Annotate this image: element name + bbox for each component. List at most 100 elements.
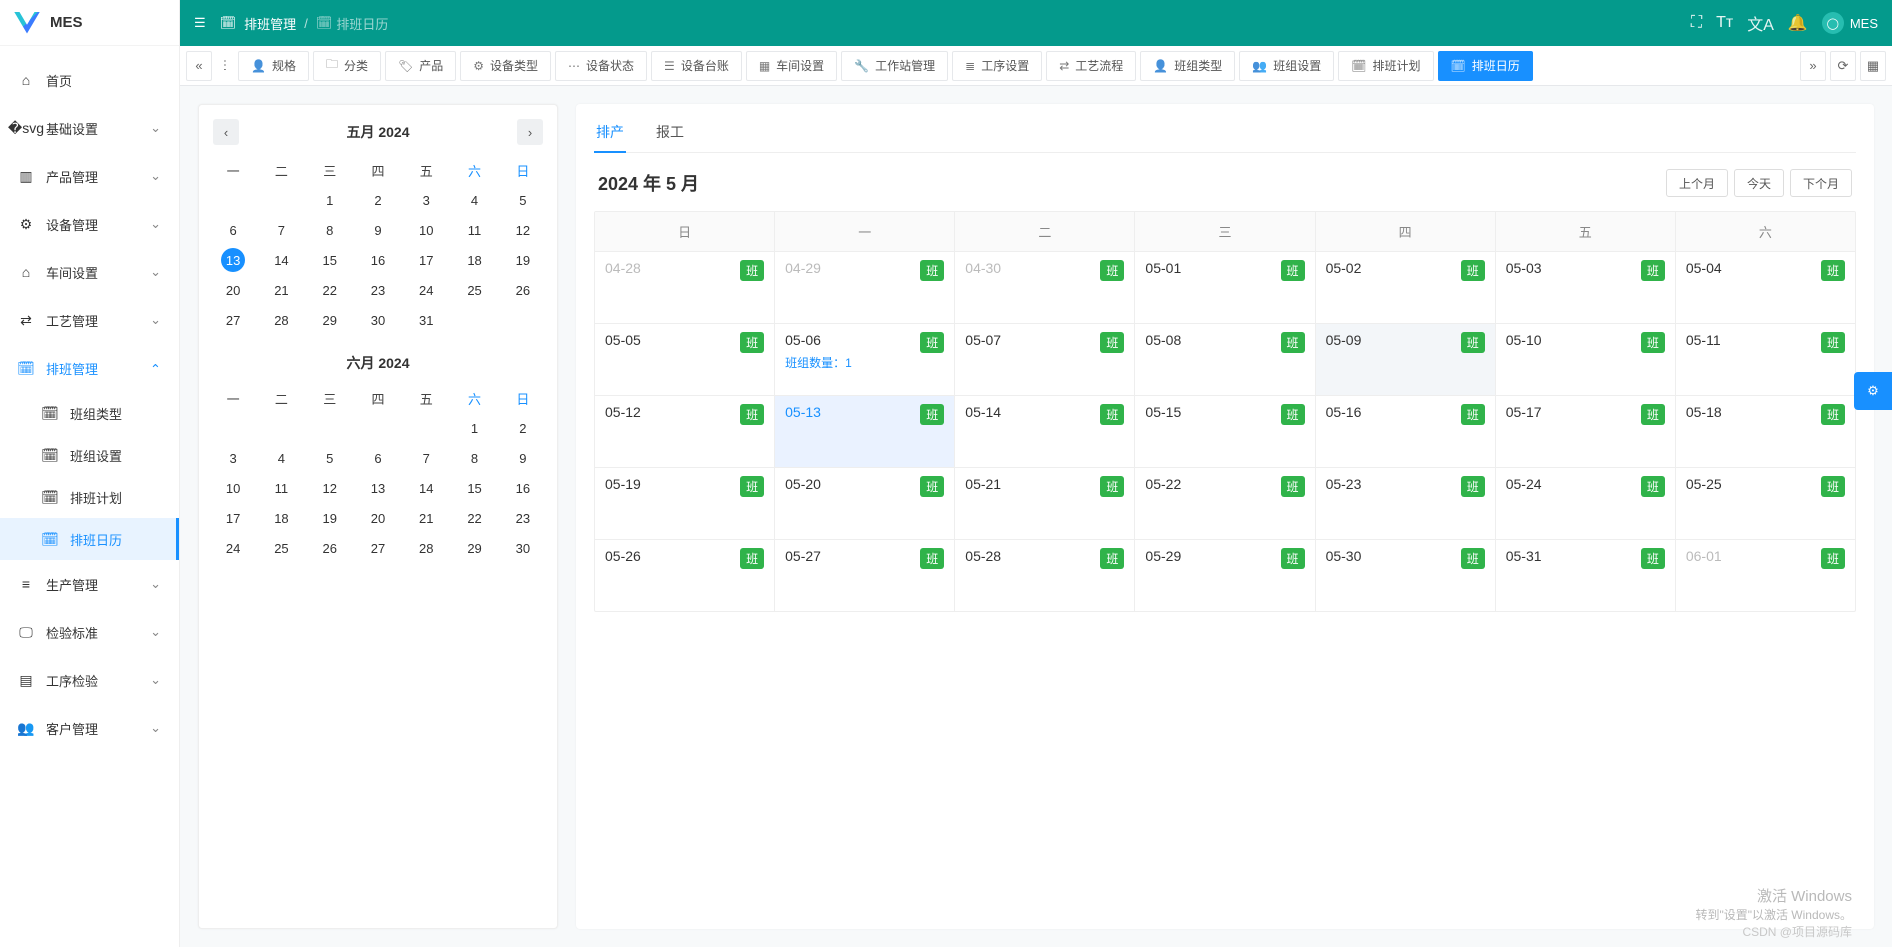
calendar-cell[interactable]: 05-21班 bbox=[954, 467, 1134, 539]
sidebar-item-5[interactable]: ⇄工艺管理⌄ bbox=[0, 296, 179, 344]
sidebar-item-1[interactable]: �svg基础设置⌄ bbox=[0, 104, 179, 152]
tab-2[interactable]: 🏷产品 bbox=[385, 51, 456, 81]
tab-11[interactable]: 👥班组设置 bbox=[1239, 51, 1334, 81]
calendar-cell[interactable]: 05-08班 bbox=[1134, 323, 1314, 395]
sidebar-item-2[interactable]: ▥产品管理⌄ bbox=[0, 152, 179, 200]
calendar-cell[interactable]: 04-28班 bbox=[595, 251, 774, 323]
mini-day[interactable]: 25 bbox=[257, 533, 305, 563]
mini-day[interactable]: 9 bbox=[354, 215, 402, 245]
calendar-cell[interactable]: 05-18班 bbox=[1675, 395, 1855, 467]
mini-day[interactable]: 29 bbox=[306, 305, 354, 335]
mini-day[interactable]: 21 bbox=[257, 275, 305, 305]
tab-7[interactable]: 🔧工作站管理 bbox=[841, 51, 948, 81]
mini-day[interactable]: 2 bbox=[354, 185, 402, 215]
calendar-cell[interactable]: 05-10班 bbox=[1495, 323, 1675, 395]
mini-day[interactable]: 23 bbox=[354, 275, 402, 305]
mini-day[interactable]: 26 bbox=[306, 533, 354, 563]
mini-day[interactable]: 6 bbox=[209, 215, 257, 245]
mini-next[interactable]: › bbox=[517, 119, 543, 145]
mini-day[interactable]: 4 bbox=[450, 185, 498, 215]
mini-prev[interactable]: ‹ bbox=[213, 119, 239, 145]
mini-day[interactable]: 15 bbox=[306, 245, 354, 275]
mini-day[interactable]: 16 bbox=[499, 473, 547, 503]
calendar-cell[interactable]: 05-27班 bbox=[774, 539, 954, 611]
calendar-cell[interactable]: 05-17班 bbox=[1495, 395, 1675, 467]
tabs-edge-marker[interactable]: ⵗ bbox=[216, 51, 234, 81]
mini-day[interactable]: 27 bbox=[209, 305, 257, 335]
tab-1[interactable]: 🗀分类 bbox=[313, 51, 381, 81]
sidebar-item-0[interactable]: ⌂首页 bbox=[0, 56, 179, 104]
mini-day[interactable]: 15 bbox=[450, 473, 498, 503]
mini-day[interactable]: 16 bbox=[354, 245, 402, 275]
tabs-scroll-right[interactable]: » bbox=[1800, 51, 1826, 81]
mini-day[interactable]: 27 bbox=[354, 533, 402, 563]
mini-day[interactable]: 24 bbox=[209, 533, 257, 563]
tab-8[interactable]: ≣工序设置 bbox=[952, 51, 1042, 81]
mini-day[interactable]: 11 bbox=[257, 473, 305, 503]
mini-day[interactable]: 3 bbox=[209, 443, 257, 473]
tab-10[interactable]: 👤班组类型 bbox=[1140, 51, 1235, 81]
tab-6[interactable]: ▦车间设置 bbox=[746, 51, 837, 81]
settings-float-button[interactable]: ⚙ bbox=[1854, 372, 1892, 410]
calendar-cell[interactable]: 04-29班 bbox=[774, 251, 954, 323]
mini-day[interactable]: 26 bbox=[499, 275, 547, 305]
mini-day[interactable]: 10 bbox=[209, 473, 257, 503]
mini-day[interactable]: 22 bbox=[306, 275, 354, 305]
tabs-scroll-left[interactable]: « bbox=[186, 51, 212, 81]
mini-day[interactable]: 13 bbox=[354, 473, 402, 503]
mini-day[interactable]: 28 bbox=[257, 305, 305, 335]
calendar-cell[interactable]: 06-01班 bbox=[1675, 539, 1855, 611]
sidebar-item-9[interactable]: ▤工序检验⌄ bbox=[0, 656, 179, 704]
calendar-cell[interactable]: 05-15班 bbox=[1134, 395, 1314, 467]
user-menu[interactable]: ◯ MES bbox=[1822, 12, 1878, 34]
calendar-cell[interactable]: 05-03班 bbox=[1495, 251, 1675, 323]
calendar-cell[interactable]: 05-30班 bbox=[1315, 539, 1495, 611]
mini-day[interactable]: 11 bbox=[450, 215, 498, 245]
mini-day[interactable]: 6 bbox=[354, 443, 402, 473]
mini-day[interactable]: 20 bbox=[209, 275, 257, 305]
mini-day[interactable]: 25 bbox=[450, 275, 498, 305]
calendar-cell[interactable]: 05-04班 bbox=[1675, 251, 1855, 323]
calendar-cell[interactable]: 05-07班 bbox=[954, 323, 1134, 395]
calendar-cell[interactable]: 05-22班 bbox=[1134, 467, 1314, 539]
mini-day[interactable]: 5 bbox=[306, 443, 354, 473]
calendar-cell[interactable]: 05-20班 bbox=[774, 467, 954, 539]
calendar-cell[interactable]: 05-31班 bbox=[1495, 539, 1675, 611]
calendar-cell[interactable]: 05-11班 bbox=[1675, 323, 1855, 395]
mini-day[interactable]: 9 bbox=[499, 443, 547, 473]
tab-9[interactable]: ⇄工艺流程 bbox=[1046, 51, 1136, 81]
tab-5[interactable]: ☰设备台账 bbox=[651, 51, 742, 81]
tab-0[interactable]: 👤规格 bbox=[238, 51, 309, 81]
sidebar-child-6-2[interactable]: 🗓排班计划 bbox=[0, 476, 179, 518]
calendar-cell[interactable]: 05-02班 bbox=[1315, 251, 1495, 323]
mini-day[interactable]: 12 bbox=[499, 215, 547, 245]
next-month-button[interactable]: 下个月 bbox=[1790, 169, 1852, 197]
mini-day[interactable]: 29 bbox=[450, 533, 498, 563]
calendar-cell[interactable]: 04-30班 bbox=[954, 251, 1134, 323]
sidebar-child-6-1[interactable]: 🗓班组设置 bbox=[0, 434, 179, 476]
sidebar-child-6-3[interactable]: 🗓排班日历 bbox=[0, 518, 179, 560]
calendar-cell[interactable]: 05-14班 bbox=[954, 395, 1134, 467]
mini-day[interactable]: 8 bbox=[306, 215, 354, 245]
today-button[interactable]: 今天 bbox=[1734, 169, 1784, 197]
mini-day[interactable]: 4 bbox=[257, 443, 305, 473]
sidebar-item-3[interactable]: ⚙设备管理⌄ bbox=[0, 200, 179, 248]
mini-day[interactable]: 14 bbox=[402, 473, 450, 503]
mini-day[interactable]: 1 bbox=[306, 185, 354, 215]
logo[interactable]: MES bbox=[0, 0, 179, 46]
mini-day[interactable]: 17 bbox=[402, 245, 450, 275]
mini-day[interactable]: 3 bbox=[402, 185, 450, 215]
mini-day[interactable]: 7 bbox=[402, 443, 450, 473]
mini-day[interactable]: 7 bbox=[257, 215, 305, 245]
calendar-cell[interactable]: 05-25班 bbox=[1675, 467, 1855, 539]
mini-day[interactable]: 14 bbox=[257, 245, 305, 275]
mini-day[interactable]: 17 bbox=[209, 503, 257, 533]
calendar-cell[interactable]: 05-23班 bbox=[1315, 467, 1495, 539]
sidebar-item-4[interactable]: ⌂车间设置⌄ bbox=[0, 248, 179, 296]
tabs-more[interactable]: ▦ bbox=[1860, 51, 1886, 81]
mini-day[interactable]: 13 bbox=[209, 245, 257, 275]
mini-day[interactable]: 20 bbox=[354, 503, 402, 533]
subtab-0[interactable]: 排产 bbox=[594, 114, 626, 152]
mini-day[interactable]: 19 bbox=[499, 245, 547, 275]
mini-day[interactable]: 30 bbox=[499, 533, 547, 563]
